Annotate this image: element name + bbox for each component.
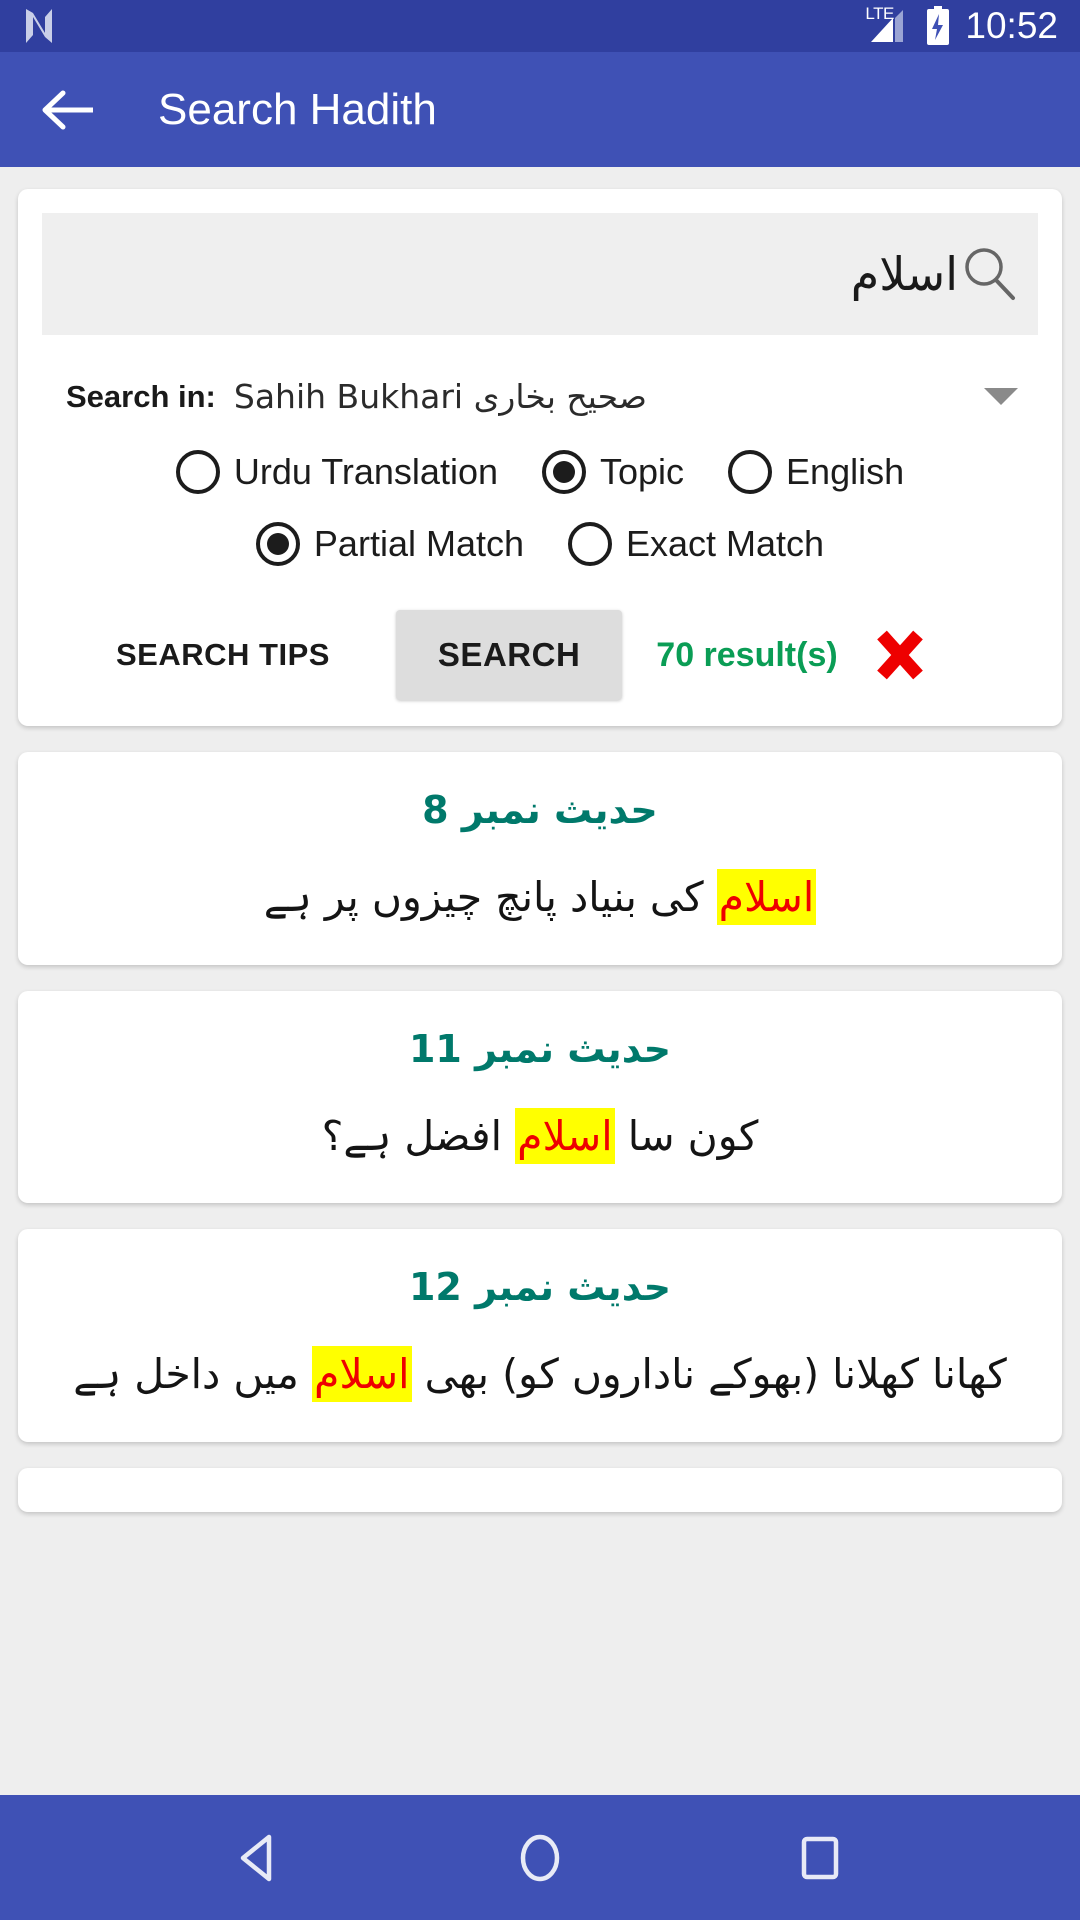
hadith-text-segment: کھانا کھلانا (بھوکے ناداروں کو) بھی xyxy=(424,1350,1007,1399)
radio-topic[interactable]: Topic xyxy=(542,450,684,494)
radio-label: Exact Match xyxy=(626,523,825,564)
highlight-term: اسلام xyxy=(311,1346,412,1403)
search-panel: اسلام Search in: Sahih Bukhari صحیح بخار… xyxy=(18,189,1062,726)
content-scroll-area[interactable]: اسلام Search in: Sahih Bukhari صحیح بخار… xyxy=(0,167,1080,1795)
radio-circle-icon xyxy=(568,522,612,566)
status-bar-right: LTE 10:52 xyxy=(865,4,1058,47)
search-in-label: Search in: xyxy=(66,378,216,414)
radio-urdu-translation[interactable]: Urdu Translation xyxy=(175,450,498,494)
chevron-down-icon[interactable] xyxy=(984,388,1018,405)
hadith-text: اسلام کی بنیاد پانچ چیزوں پر ہے xyxy=(44,865,1036,931)
search-input[interactable]: اسلام xyxy=(42,213,1038,335)
radio-exact-match[interactable]: Exact Match xyxy=(568,522,824,566)
radio-label: English xyxy=(786,451,905,492)
search-button[interactable]: SEARCH xyxy=(395,610,623,700)
system-nav-bar xyxy=(0,1795,1080,1920)
nav-home-circle-icon[interactable] xyxy=(500,1818,580,1898)
status-bar: LTE 10:52 xyxy=(0,0,1080,52)
result-card[interactable]: حدیث نمبر 11 کون سا اسلام افضل ہے؟ xyxy=(18,990,1062,1204)
result-count-label: 70 result(s) xyxy=(656,635,838,674)
search-action-row: SEARCH TIPS SEARCH 70 result(s) xyxy=(42,610,1038,700)
result-card-partial[interactable] xyxy=(18,1467,1062,1512)
back-arrow-icon[interactable] xyxy=(40,81,98,139)
result-card[interactable]: حدیث نمبر 12 کھانا کھلانا (بھوکے ناداروں… xyxy=(18,1229,1062,1442)
radio-circle-icon xyxy=(175,450,220,494)
search-tips-button[interactable]: SEARCH TIPS xyxy=(116,637,330,673)
search-in-dropdown[interactable]: Search in: Sahih Bukhari صحیح بخاری xyxy=(42,377,1038,416)
hadith-number-label: حدیث نمبر 8 xyxy=(422,788,658,832)
n-logo-icon xyxy=(22,7,56,45)
match-radio-group: Partial Match Exact Match xyxy=(42,522,1038,566)
radio-label: Urdu Translation xyxy=(233,451,498,492)
highlight-term: اسلام xyxy=(515,1107,615,1164)
nav-recents-square-icon[interactable] xyxy=(780,1818,860,1898)
radio-english[interactable]: English xyxy=(728,450,904,494)
radio-circle-icon xyxy=(728,450,773,494)
radio-selected-dot-icon xyxy=(266,533,289,555)
status-bar-left xyxy=(22,7,56,45)
hadith-number-label: حدیث نمبر 11 xyxy=(408,1026,672,1071)
app-bar: Search Hadith xyxy=(0,52,1080,167)
radio-circle-icon xyxy=(255,522,300,566)
field-radio-group: Urdu Translation Topic English xyxy=(42,450,1038,494)
hadith-number-label: حدیث نمبر 12 xyxy=(408,1265,672,1310)
battery-charging-icon xyxy=(925,6,951,46)
search-query-value: اسلام xyxy=(850,247,958,301)
status-bar-clock: 10:52 xyxy=(965,5,1058,46)
signal-bars-icon: LTE xyxy=(865,4,911,46)
magnifier-icon xyxy=(958,243,1020,305)
result-card[interactable]: حدیث نمبر 8 اسلام کی بنیاد پانچ چیزوں پر… xyxy=(18,752,1062,965)
hadith-text-segment: کی بنیاد پانچ چیزوں پر ہے xyxy=(263,873,704,921)
search-in-value: Sahih Bukhari صحیح بخاری xyxy=(233,377,647,416)
hadith-text: کون سا اسلام افضل ہے؟ xyxy=(44,1104,1036,1170)
highlight-term: اسلام xyxy=(716,869,817,925)
radio-selected-dot-icon xyxy=(553,461,575,483)
page-title: Search Hadith xyxy=(158,84,437,134)
red-cross-clear-icon[interactable] xyxy=(872,627,928,683)
hadith-text-segment: کون سا xyxy=(627,1111,759,1160)
nav-back-triangle-icon[interactable] xyxy=(220,1818,300,1898)
radio-label: Partial Match xyxy=(313,523,524,564)
hadith-text: کھانا کھلانا (بھوکے ناداروں کو) بھی اسلا… xyxy=(44,1342,1036,1408)
radio-label: Topic xyxy=(600,451,685,492)
hadith-text-segment: افضل ہے؟ xyxy=(321,1111,503,1160)
radio-circle-icon xyxy=(542,450,586,494)
radio-partial-match[interactable]: Partial Match xyxy=(255,522,524,566)
hadith-text-segment: میں داخل ہے xyxy=(73,1350,299,1399)
